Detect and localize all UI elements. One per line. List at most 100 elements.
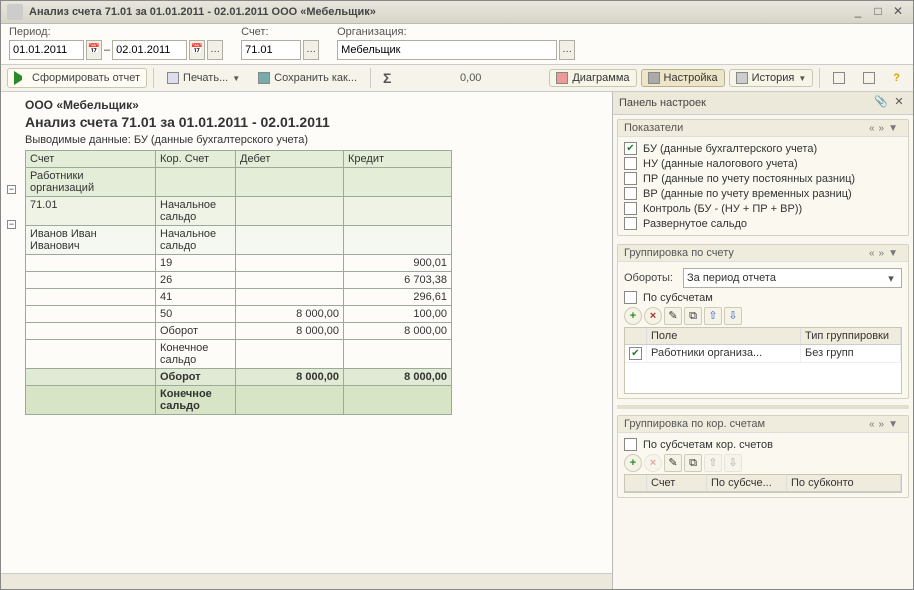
cor-by-sub-checkbox[interactable] <box>624 438 637 451</box>
section-collapse[interactable]: ▼ <box>888 248 898 259</box>
cor-hdr-acct: Счет <box>647 475 707 491</box>
print-button[interactable]: Печать... ▼ <box>160 69 247 87</box>
report-cell: 8 000,00 <box>344 369 452 386</box>
edit-button[interactable]: ✎ <box>664 307 682 325</box>
report-cell <box>236 226 344 255</box>
report-pane: − − ООО «Мебельщик» Анализ счета 71.01 з… <box>1 92 613 589</box>
report-cell: 900,01 <box>344 255 452 272</box>
dropdown-icon: ▾ <box>884 272 898 285</box>
diagram-button[interactable]: Диаграмма <box>549 69 636 87</box>
tool-icon <box>833 72 845 84</box>
grid-hdr-field: Поле <box>647 328 801 344</box>
help-button[interactable]: ? <box>886 69 907 87</box>
section-collapse[interactable]: ▼ <box>888 123 898 134</box>
settings-close-button[interactable]: ✕ <box>891 95 907 111</box>
account-input[interactable] <box>241 40 301 60</box>
indicator-label: Развернутое сальдо <box>643 218 747 230</box>
copy-button[interactable]: ⧉ <box>684 307 702 325</box>
run-report-button[interactable]: Сформировать отчет <box>7 68 147 88</box>
history-button[interactable]: История ▼ <box>729 69 814 87</box>
report-cell: 41 <box>156 289 236 306</box>
section-nav-right[interactable]: » <box>879 123 885 134</box>
indicator-row: ПР (данные по учету постоянных разниц) <box>624 171 902 186</box>
move-up-button[interactable]: ⇧ <box>704 307 722 325</box>
settings-title: Панель настроек <box>619 97 871 109</box>
play-icon <box>14 71 28 85</box>
indicator-checkbox[interactable] <box>624 187 637 200</box>
settings-header: Панель настроек 📎 ✕ <box>613 92 913 115</box>
indicator-checkbox[interactable] <box>624 202 637 215</box>
add-button[interactable]: + <box>624 307 642 325</box>
indicator-checkbox[interactable] <box>624 172 637 185</box>
period-label: Период: <box>9 26 223 38</box>
org-input[interactable] <box>337 40 557 60</box>
section-nav-right[interactable]: » <box>879 419 885 430</box>
report-title: Анализ счета 71.01 за 01.01.2011 - 02.01… <box>25 114 452 130</box>
indicator-checkbox[interactable] <box>624 142 637 155</box>
date-from-picker[interactable]: 📅 <box>86 40 102 60</box>
move-up-button[interactable]: ⇧ <box>704 454 722 472</box>
report-cell: Иванов Иван Иванович <box>26 226 156 255</box>
report-cell: 8 000,00 <box>236 306 344 323</box>
date-from-input[interactable] <box>9 40 84 60</box>
section-splitter[interactable] <box>617 405 909 409</box>
tree-toggle-inner[interactable]: − <box>7 220 16 229</box>
report-cell <box>26 340 156 369</box>
diagram-icon <box>556 72 568 84</box>
period-more[interactable]: … <box>207 40 223 60</box>
report-cell <box>236 340 344 369</box>
h-scrollbar[interactable] <box>1 573 612 589</box>
save-label: Сохранить как... <box>274 72 357 84</box>
report-cell <box>26 289 156 306</box>
grid-row[interactable]: Работники организа... Без групп <box>625 345 901 363</box>
by-subaccount-checkbox[interactable] <box>624 291 637 304</box>
grid-row-checkbox[interactable] <box>629 347 642 360</box>
report-cell: 8 000,00 <box>236 369 344 386</box>
section-nav-left[interactable]: « <box>869 248 875 259</box>
move-down-button[interactable]: ⇩ <box>724 454 742 472</box>
section-collapse[interactable]: ▼ <box>888 419 898 430</box>
minimize-button[interactable]: _ <box>849 4 867 20</box>
tool-button-b[interactable] <box>856 69 882 87</box>
report-cell <box>26 255 156 272</box>
hdr-credit: Кредит <box>344 151 452 168</box>
report-cell <box>26 369 156 386</box>
indicator-label: Контроль (БУ - (НУ + ПР + ВР)) <box>643 203 802 215</box>
move-down-button[interactable]: ⇩ <box>724 307 742 325</box>
remove-button[interactable]: × <box>644 307 662 325</box>
turnover-select[interactable]: За период отчета ▾ <box>683 268 902 288</box>
cor-grid: Счет По субсче... По субконто <box>624 474 902 493</box>
close-button[interactable]: ✕ <box>889 4 907 20</box>
report-table: Счет Кор. Счет Дебет Кредит Работники ор… <box>25 150 452 415</box>
report-cell: Конечное сальдо <box>156 386 236 415</box>
date-to-picker[interactable]: 📅 <box>189 40 205 60</box>
remove-button[interactable]: × <box>644 454 662 472</box>
diagram-label: Диаграмма <box>572 72 629 84</box>
separator <box>153 68 154 88</box>
indicator-row: Контроль (БУ - (НУ + ПР + ВР)) <box>624 201 902 216</box>
report-cell <box>236 386 344 415</box>
org-more[interactable]: … <box>559 40 575 60</box>
copy-button[interactable]: ⧉ <box>684 454 702 472</box>
section-nav-right[interactable]: » <box>879 248 885 259</box>
tool-button-a[interactable] <box>826 69 852 87</box>
hdr-sub: Работники организаций <box>26 168 156 197</box>
edit-button[interactable]: ✎ <box>664 454 682 472</box>
save-button[interactable]: Сохранить как... <box>251 69 364 87</box>
date-to-input[interactable] <box>112 40 187 60</box>
section-nav-left[interactable]: « <box>869 419 875 430</box>
maximize-button[interactable]: □ <box>869 4 887 20</box>
turnover-label: Обороты: <box>624 272 679 284</box>
add-button[interactable]: + <box>624 454 642 472</box>
tree-toggle-outer[interactable]: − <box>7 185 16 194</box>
cor-hdr-sub: По субсче... <box>707 475 787 491</box>
indicator-checkbox[interactable] <box>624 217 637 230</box>
section-nav-left[interactable]: « <box>869 123 875 134</box>
group-grid: Поле Тип группировки Работники организа.… <box>624 327 902 394</box>
window-title: Анализ счета 71.01 за 01.01.2011 - 02.01… <box>29 6 847 18</box>
settings-pin-button[interactable]: 📎 <box>873 95 889 111</box>
print-dropdown-icon: ▼ <box>232 74 240 83</box>
settings-button[interactable]: Настройка <box>641 69 725 87</box>
account-more[interactable]: … <box>303 40 319 60</box>
indicator-checkbox[interactable] <box>624 157 637 170</box>
